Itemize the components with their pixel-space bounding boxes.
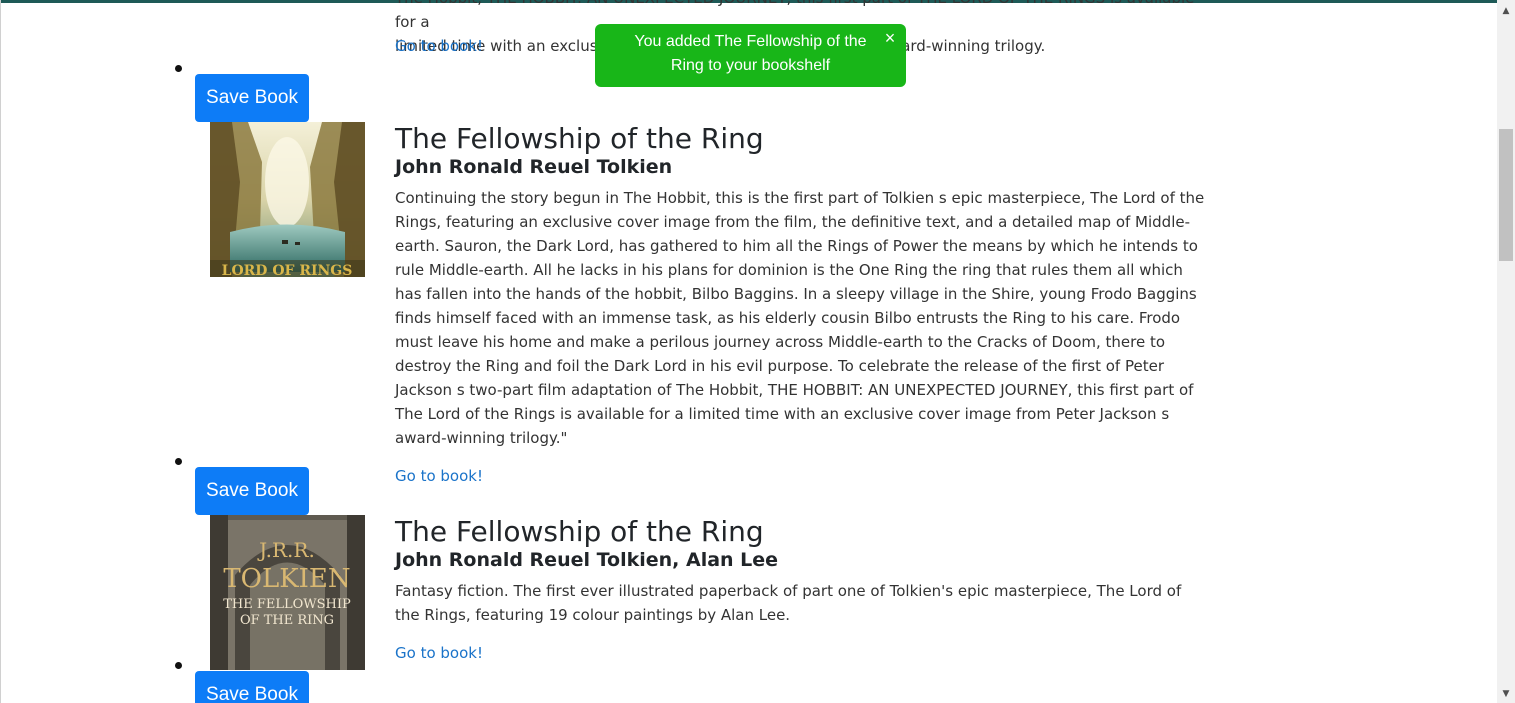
book-authors: John Ronald Reuel Tolkien <box>395 156 673 178</box>
previous-go-to-book-link[interactable]: Go to book! <box>395 36 483 56</box>
book-title: The Fellowship of the Ring <box>395 122 764 155</box>
book-cover-image: J.R.R. TOLKIEN THE FELLOWSHIP OF THE RIN… <box>210 515 365 670</box>
save-book-button[interactable]: Save Book <box>195 74 309 122</box>
scroll-up-arrow-icon[interactable]: ▲ <box>1497 4 1515 18</box>
save-book-button[interactable]: Save Book <box>195 671 309 703</box>
book-cover-art: LORD OF RINGS <box>210 122 365 277</box>
book-cover-image: LORD OF RINGS <box>210 122 365 277</box>
list-bullet <box>175 458 182 465</box>
added-to-bookshelf-toast: You added The Fellowship of the Ring to … <box>595 24 906 87</box>
toast-message: You added The Fellowship of the Ring to … <box>634 33 867 74</box>
go-to-book-link[interactable]: Go to book! <box>395 466 483 486</box>
go-to-book-link[interactable]: Go to book! <box>395 643 483 663</box>
cover-author-initials: J.R.R. <box>257 538 315 562</box>
book-description: Continuing the story begun in The Hobbit… <box>395 189 1205 447</box>
scroll-down-arrow-icon[interactable]: ▼ <box>1497 687 1515 701</box>
book-title: The Fellowship of the Ring <box>395 515 764 548</box>
save-book-button[interactable]: Save Book <box>195 467 309 515</box>
vertical-scrollbar[interactable]: ▲ ▼ <box>1497 0 1515 703</box>
close-icon[interactable]: × <box>881 29 899 47</box>
page-viewport: The Hobbit, THE HOBBIT: AN UNEXPECTED JO… <box>0 0 1497 703</box>
book-info: The Fellowship of the Ring John Ronald R… <box>395 515 1205 663</box>
cover-title-line-1: THE FELLOWSHIP <box>223 597 351 612</box>
book-authors: John Ronald Reuel Tolkien, Alan Lee <box>395 549 779 571</box>
cover-title-line-2: OF THE RING <box>240 613 334 628</box>
book-description: Fantasy fiction. The first ever illustra… <box>395 582 1182 624</box>
scrollbar-thumb[interactable] <box>1499 129 1513 261</box>
list-bullet <box>175 662 182 669</box>
book-cover-art: J.R.R. TOLKIEN THE FELLOWSHIP OF THE RIN… <box>210 515 365 670</box>
list-bullet <box>175 65 182 72</box>
cover-author-surname: TOLKIEN <box>223 564 350 594</box>
book-info: The Fellowship of the Ring John Ronald R… <box>395 122 1205 486</box>
cover-lettering: LORD OF RINGS <box>222 263 353 277</box>
